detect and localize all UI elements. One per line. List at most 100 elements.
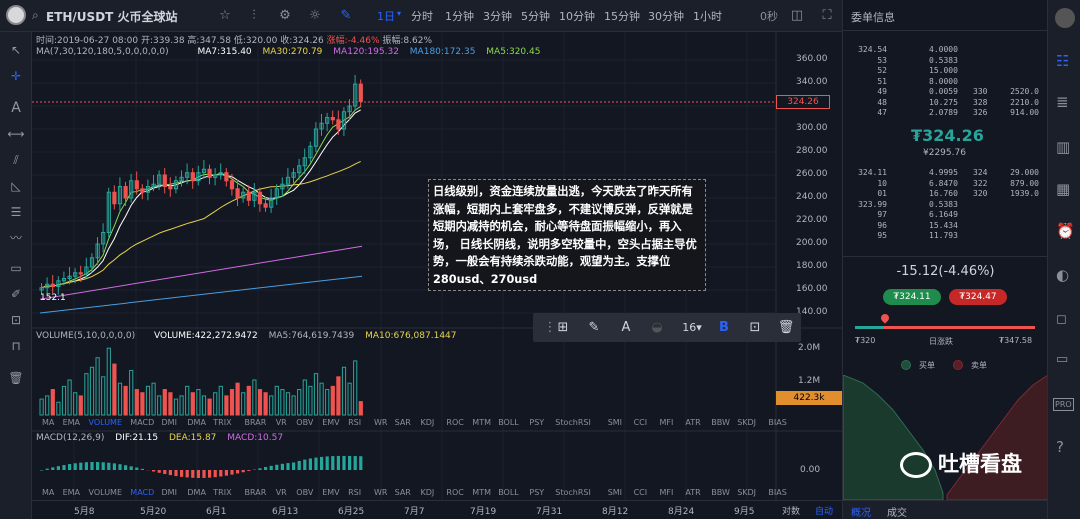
tab-trades[interactable]: 成交: [887, 504, 907, 519]
indicator-tab[interactable]: BBW: [711, 488, 730, 497]
list-icon[interactable]: ≣: [1056, 93, 1069, 111]
indicator-tab[interactable]: MA: [42, 488, 54, 497]
template-icon[interactable]: ⊞: [552, 318, 574, 338]
indicator-tab[interactable]: EMV: [322, 488, 339, 497]
indicator-icon[interactable]: ⫶: [245, 7, 263, 25]
chat-icon[interactable]: ◻: [1056, 312, 1067, 327]
timeframe-5m[interactable]: 5分钟: [521, 8, 550, 24]
indicator-tab[interactable]: MA: [42, 418, 54, 427]
indicator-tab[interactable]: RSI: [348, 418, 361, 427]
timeframe-10m[interactable]: 10分钟: [559, 8, 595, 24]
globe-icon[interactable]: ◐: [1056, 266, 1069, 284]
search-icon[interactable]: ⌕: [32, 8, 39, 23]
trash-icon[interactable]: 🗑: [6, 368, 26, 388]
fullscreen-icon[interactable]: ⛶: [818, 7, 836, 25]
indicator-tab[interactable]: CCI: [634, 418, 648, 427]
log-scale-toggle[interactable]: 对数: [782, 504, 800, 517]
theme-icon[interactable]: ☼: [306, 7, 324, 25]
price-axis[interactable]: 360.00340.00320.00300.00280.00260.00240.…: [776, 32, 842, 332]
indicator-tab[interactable]: SMI: [608, 488, 622, 497]
brush-icon[interactable]: ✐: [6, 284, 26, 304]
indicator-tab[interactable]: SAR: [395, 488, 411, 497]
indicator-tab[interactable]: MFI: [660, 418, 674, 427]
indicator-tab[interactable]: MFI: [660, 488, 674, 497]
indicator-tab[interactable]: DMA: [187, 418, 206, 427]
indicator-tab[interactable]: KDJ: [421, 418, 435, 427]
indicator-tab[interactable]: EMA: [63, 488, 80, 497]
indicator-tab[interactable]: MACD: [130, 418, 154, 427]
indicator-tab[interactable]: DMA: [187, 488, 206, 497]
indicator-tab[interactable]: OBV: [296, 418, 313, 427]
indicator-tab[interactable]: ROC: [446, 418, 463, 427]
indicator-tab[interactable]: CCI: [634, 488, 648, 497]
indicator-tab[interactable]: MACD: [130, 488, 154, 497]
indicator-tab[interactable]: BRAR: [245, 418, 267, 427]
timeframe-1d[interactable]: 1日: [377, 8, 395, 24]
timeframe-15m[interactable]: 15分钟: [604, 8, 640, 24]
star-icon[interactable]: ☆: [216, 7, 234, 25]
indicator-tab[interactable]: RSI: [348, 488, 361, 497]
avatar[interactable]: [1055, 8, 1075, 28]
indicator-tab[interactable]: ROC: [446, 488, 463, 497]
timeframe-tick[interactable]: 分时: [411, 8, 433, 24]
timeframe-3m[interactable]: 3分钟: [483, 8, 512, 24]
indicator-tab[interactable]: SMI: [608, 418, 622, 427]
trend-line-icon[interactable]: ⫽: [6, 150, 26, 170]
indicator-tab[interactable]: StochRSI: [555, 488, 591, 497]
timeframe-1h[interactable]: 1小时: [693, 8, 722, 24]
lock-icon[interactable]: ⊡: [744, 318, 766, 338]
wave-tool-icon[interactable]: 〰: [6, 228, 26, 248]
ask-price-button[interactable]: ₮324.47: [949, 289, 1007, 305]
indicator-tab[interactable]: BIAS: [768, 418, 786, 427]
tab-overview[interactable]: 概况: [851, 504, 871, 519]
indicator-tab[interactable]: BOLL: [498, 418, 519, 427]
indicator-tab[interactable]: WR: [374, 488, 387, 497]
indicator-tab[interactable]: OBV: [296, 488, 313, 497]
timeframe-30m[interactable]: 30分钟: [648, 8, 684, 24]
indicator-tab[interactable]: MTM: [472, 488, 491, 497]
indicator-tab[interactable]: BIAS: [768, 488, 786, 497]
help-icon[interactable]: ?: [1056, 438, 1064, 456]
fib-tool-icon[interactable]: ☰: [6, 202, 26, 222]
indicator-tab[interactable]: PSY: [529, 418, 544, 427]
indicator-tab[interactable]: EMA: [63, 418, 80, 427]
text-tool-icon[interactable]: A: [6, 98, 26, 118]
auto-scale-toggle[interactable]: 自动: [815, 504, 833, 517]
symbol-title[interactable]: ETH/USDT 火币全球站: [46, 8, 178, 25]
indicator-tab[interactable]: DMI: [162, 418, 177, 427]
indicator-tab[interactable]: ATR: [685, 488, 700, 497]
camera-icon[interactable]: ◫: [788, 7, 806, 25]
calendar-icon[interactable]: ▦: [1056, 180, 1070, 198]
date-axis[interactable]: 5月8 5月20 6月1 6月13 6月25 7月7 7月19 7月31 8月12 8月24 9月5…: [32, 500, 842, 519]
indicator-tab[interactable]: VOLUME: [89, 418, 123, 427]
indicator-tab[interactable]: KDJ: [421, 488, 435, 497]
indicator-tab[interactable]: VOLUME: [89, 488, 123, 497]
draw-icon[interactable]: ✎: [337, 7, 355, 25]
settings-icon[interactable]: ⚙: [276, 7, 294, 25]
triangle-tool-icon[interactable]: ◺: [6, 176, 26, 196]
bold-button[interactable]: B: [713, 318, 735, 338]
indicator-tab[interactable]: WR: [374, 418, 387, 427]
alarm-icon[interactable]: ⏰: [1056, 222, 1075, 240]
indicator-tab[interactable]: BBW: [711, 418, 730, 427]
bars-icon[interactable]: ▥: [1056, 138, 1070, 156]
indicator-tab[interactable]: BOLL: [498, 488, 519, 497]
timeframe-1m[interactable]: 1分钟: [445, 8, 474, 24]
indicator-tab[interactable]: TRIX: [213, 488, 231, 497]
font-size-select[interactable]: 16▾: [678, 318, 706, 338]
line-tool-icon[interactable]: ⟷: [6, 124, 26, 144]
indicator-tab[interactable]: SAR: [395, 418, 411, 427]
indicator-tab[interactable]: EMV: [322, 418, 339, 427]
pro-icon[interactable]: PRO: [1053, 398, 1074, 411]
pencil-icon[interactable]: ✎: [583, 318, 605, 338]
text-color-icon[interactable]: A: [615, 318, 637, 338]
bid-price-button[interactable]: ₮324.11: [883, 289, 941, 305]
indicator-tab[interactable]: SKDJ: [737, 418, 756, 427]
fill-icon[interactable]: ◒: [646, 318, 668, 338]
indicator-tab[interactable]: TRIX: [213, 418, 231, 427]
indicator-tab[interactable]: ATR: [685, 418, 700, 427]
chevron-down-icon[interactable]: ▾: [397, 9, 401, 18]
indicator-tab[interactable]: StochRSI: [555, 418, 591, 427]
magnet-icon[interactable]: ⊓: [6, 336, 26, 356]
cursor-icon[interactable]: ↖: [6, 40, 26, 60]
